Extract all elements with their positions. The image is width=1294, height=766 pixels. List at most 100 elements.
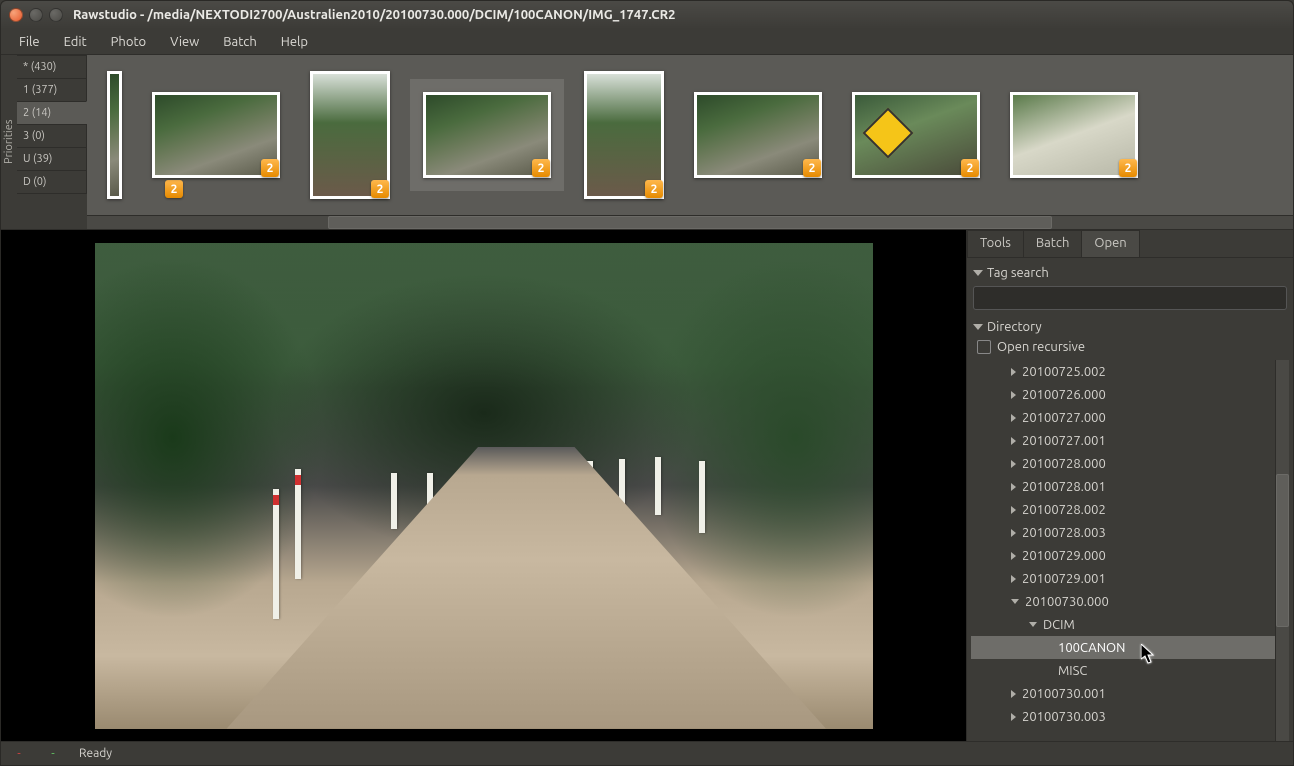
menu-photo[interactable]: Photo <box>101 32 157 52</box>
tree-row[interactable]: 20100726.000 <box>971 383 1275 406</box>
window-controls <box>9 8 63 22</box>
menu-help[interactable]: Help <box>271 32 318 52</box>
priority-tab-4[interactable]: U (39) <box>17 147 87 171</box>
tree-row-label: 100CANON <box>1058 641 1125 655</box>
tree-row[interactable]: DCIM <box>971 613 1275 636</box>
tree-row-label: 20100728.000 <box>1022 457 1106 471</box>
chevron-right-icon[interactable] <box>1011 483 1016 491</box>
tree-row-label: 20100727.000 <box>1022 411 1106 425</box>
chevron-right-icon[interactable] <box>1011 437 1016 445</box>
tree-row-label: MISC <box>1058 664 1087 678</box>
tree-scrollbar[interactable] <box>1275 360 1289 741</box>
tree-row-label: 20100729.000 <box>1022 549 1106 563</box>
chevron-right-icon[interactable] <box>1011 575 1016 583</box>
chevron-right-icon[interactable] <box>1011 690 1016 698</box>
chevron-right-icon[interactable] <box>1011 414 1016 422</box>
directory-label: Directory <box>987 320 1042 334</box>
status-indicator-2: - <box>45 747 61 760</box>
chevron-down-icon <box>973 270 983 276</box>
priority-badge: 2 <box>261 159 279 177</box>
side-tab-batch[interactable]: Batch <box>1023 230 1083 257</box>
side-tab-tools[interactable]: Tools <box>967 230 1024 257</box>
menu-edit[interactable]: Edit <box>54 32 97 52</box>
chevron-right-icon[interactable] <box>1011 713 1016 721</box>
thumbnail-0[interactable]: 2 <box>107 71 122 199</box>
tree-row[interactable]: 20100729.000 <box>971 544 1275 567</box>
priority-badge: 2 <box>532 159 550 177</box>
chevron-right-icon[interactable] <box>1011 552 1016 560</box>
tree-row[interactable]: 20100725.002 <box>971 360 1275 383</box>
tree-row[interactable]: 20100728.002 <box>971 498 1275 521</box>
open-recursive-label: Open recursive <box>997 340 1085 354</box>
chevron-right-icon[interactable] <box>1011 460 1016 468</box>
tree-row-label: 20100728.003 <box>1022 526 1106 540</box>
thumbnail-6[interactable]: 2 <box>852 92 980 178</box>
image-viewer[interactable] <box>1 230 966 741</box>
tree-row-label: 20100728.001 <box>1022 480 1106 494</box>
window-minimize-button[interactable] <box>29 8 43 22</box>
priority-badge: 2 <box>371 180 389 198</box>
tree-scrollbar-thumb[interactable] <box>1276 474 1289 626</box>
tree-row-label: 20100730.003 <box>1022 710 1106 724</box>
menubar: File Edit Photo View Batch Help <box>1 29 1293 55</box>
priority-tab-2[interactable]: 2 (14) <box>17 101 87 125</box>
chevron-right-icon[interactable] <box>1011 529 1016 537</box>
tree-row[interactable]: 20100730.000 <box>971 590 1275 613</box>
priority-badge: 2 <box>803 159 821 177</box>
window-title: Rawstudio - /media/NEXTODI2700/Australie… <box>73 8 675 22</box>
thumbnail-4[interactable]: 2 <box>584 71 664 199</box>
thumbnail-scrollbar[interactable] <box>87 215 1293 229</box>
menu-batch[interactable]: Batch <box>213 32 267 52</box>
tree-row[interactable]: 20100730.003 <box>971 705 1275 728</box>
window-maximize-button[interactable] <box>49 8 63 22</box>
thumbnail-7[interactable]: 2 <box>1010 92 1138 178</box>
directory-header[interactable]: Directory <box>971 316 1289 338</box>
tree-row[interactable]: 20100727.001 <box>971 429 1275 452</box>
tree-row-label: 20100728.002 <box>1022 503 1106 517</box>
tree-row[interactable]: 20100728.001 <box>971 475 1275 498</box>
priority-badge: 2 <box>961 159 979 177</box>
tree-row[interactable]: 20100730.001 <box>971 682 1275 705</box>
priority-tab-3[interactable]: 3 (0) <box>17 124 87 148</box>
window-close-button[interactable] <box>9 8 23 22</box>
tree-row[interactable]: 20100729.001 <box>971 567 1275 590</box>
side-panel: ToolsBatchOpen Tag search Directory Open… <box>966 230 1293 741</box>
tag-search-input[interactable] <box>973 286 1287 310</box>
side-tab-open[interactable]: Open <box>1081 230 1139 257</box>
chevron-down-icon[interactable] <box>1011 599 1019 604</box>
priority-tab-0[interactable]: * (430) <box>17 55 87 79</box>
tree-row[interactable]: 20100728.003 <box>971 521 1275 544</box>
tree-row-label: 20100725.002 <box>1022 365 1106 379</box>
chevron-right-icon[interactable] <box>1011 368 1016 376</box>
thumbnail-scrollbar-thumb[interactable] <box>328 216 1052 229</box>
priority-badge: 2 <box>165 180 183 198</box>
priority-tab-1[interactable]: 1 (377) <box>17 78 87 102</box>
thumbnail-3[interactable]: 2 <box>410 79 564 191</box>
thumbnail-5[interactable]: 2 <box>694 92 822 178</box>
chevron-down-icon <box>973 324 983 330</box>
directory-tree[interactable]: 20100725.002 20100726.000 20100727.000 2010… <box>971 360 1275 741</box>
open-recursive-checkbox[interactable] <box>977 340 991 354</box>
titlebar: Rawstudio - /media/NEXTODI2700/Australie… <box>1 1 1293 29</box>
chevron-down-icon[interactable] <box>1029 622 1037 627</box>
tree-row[interactable]: MISC <box>971 659 1275 682</box>
chevron-right-icon[interactable] <box>1011 506 1016 514</box>
tree-row[interactable]: 100CANON <box>971 636 1275 659</box>
menu-file[interactable]: File <box>9 32 50 52</box>
thumbnail-strip[interactable]: 2 2 2 2 2 2 2 2 <box>87 55 1293 215</box>
tree-row-label: 20100730.001 <box>1022 687 1106 701</box>
menu-view[interactable]: View <box>160 32 209 52</box>
priority-badge: 2 <box>645 180 663 198</box>
priority-badge: 2 <box>1119 159 1137 177</box>
tree-row[interactable]: 20100727.000 <box>971 406 1275 429</box>
chevron-right-icon[interactable] <box>1011 391 1016 399</box>
priorities-panel: Priorities * (430)1 (377)2 (14)3 (0)U (3… <box>1 55 87 229</box>
priority-tab-5[interactable]: D (0) <box>17 170 87 194</box>
tree-row-label: 20100729.001 <box>1022 572 1106 586</box>
thumbnail-2[interactable]: 2 <box>310 71 390 199</box>
tag-search-header[interactable]: Tag search <box>971 262 1289 284</box>
tag-search-label: Tag search <box>987 266 1049 280</box>
thumbnail-1[interactable]: 2 <box>152 92 280 178</box>
tree-row[interactable]: 20100728.000 <box>971 452 1275 475</box>
priorities-label: Priorities <box>1 55 17 229</box>
